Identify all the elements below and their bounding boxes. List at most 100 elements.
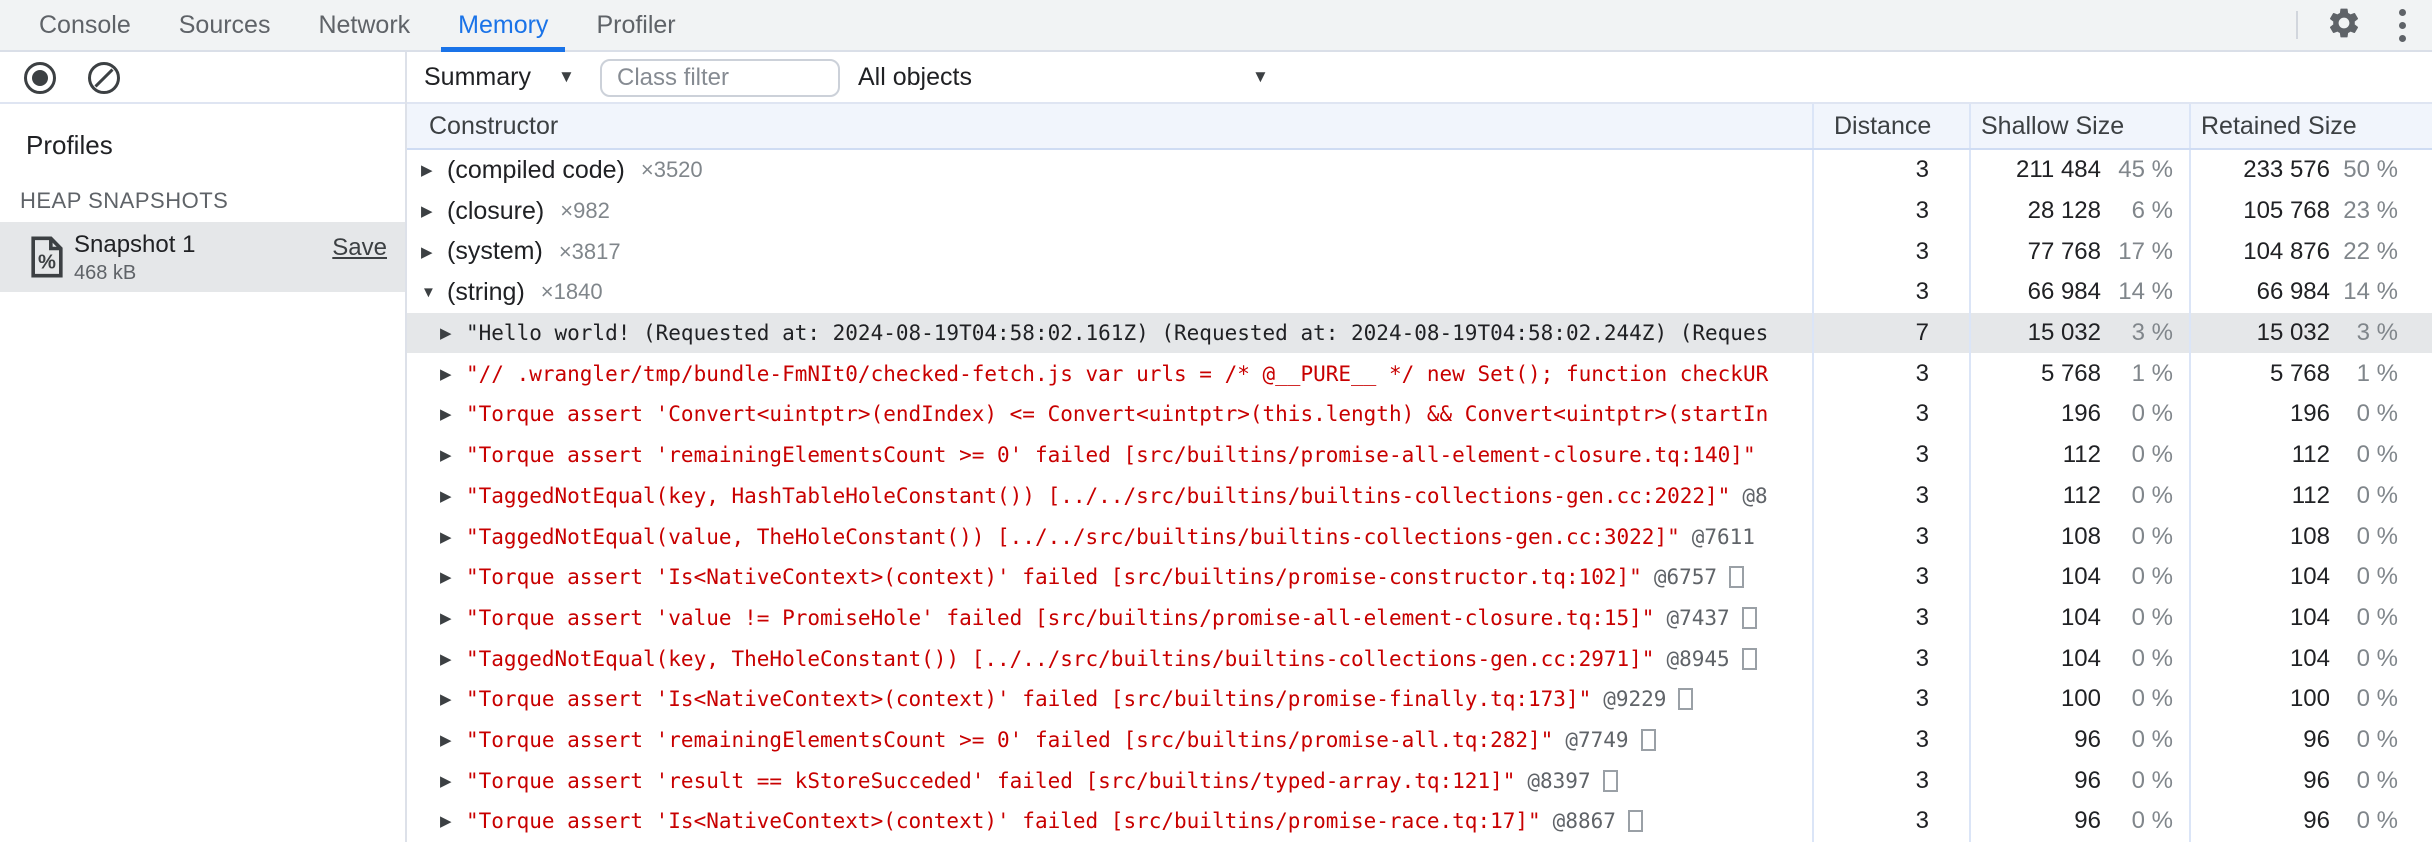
table-row[interactable]: ▶ "Hello world! (Requested at: 2024-08-1… bbox=[407, 312, 2432, 354]
table-row[interactable]: ▶ "TaggedNotEqual(key, TheHoleConstant()… bbox=[407, 638, 2432, 679]
disclosure-triangle-icon[interactable]: ▶ bbox=[421, 202, 447, 220]
sidebar-item-snapshot-1[interactable]: % Snapshot 1 468 kB Save bbox=[0, 222, 405, 292]
retained-size-cell: 96 0 % bbox=[2189, 760, 2432, 801]
shallow-size-percent: 0 % bbox=[2131, 603, 2173, 631]
constructor-cell[interactable]: ▶ "Torque assert 'Is<NativeContext>(cont… bbox=[407, 801, 1812, 842]
kebab-icon bbox=[2398, 8, 2406, 16]
disclosure-triangle-icon[interactable]: ▶ bbox=[440, 690, 466, 708]
constructor-cell[interactable]: ▶ (compiled code) ×3520 bbox=[407, 150, 1812, 191]
disclosure-triangle-icon[interactable]: ▼ bbox=[421, 284, 447, 301]
distance-value: 3 bbox=[1915, 644, 1929, 672]
table-row[interactable]: ▶ (system) ×3817 3 77 768 17 % 104 876 2… bbox=[407, 231, 2432, 273]
table-row[interactable]: ▶ "Torque assert 'Is<NativeContext>(cont… bbox=[407, 678, 2432, 720]
constructor-cell[interactable]: ▶ (system) ×3817 bbox=[407, 231, 1812, 272]
constructor-cell[interactable]: ▶ "Torque assert 'Is<NativeContext>(cont… bbox=[407, 679, 1812, 720]
constructor-cell[interactable]: ▶ "Torque assert 'remainingElementsCount… bbox=[407, 435, 1812, 476]
disclosure-triangle-icon[interactable]: ▶ bbox=[440, 324, 466, 342]
column-header-distance[interactable]: Distance bbox=[1812, 104, 1969, 148]
constructor-cell[interactable]: ▶ "// .wrangler/tmp/bundle-FmNIt0/checke… bbox=[407, 353, 1812, 394]
chevron-down-icon[interactable]: ▼ bbox=[1252, 52, 1269, 102]
tab-console[interactable]: Console bbox=[22, 0, 148, 50]
instance-count: ×3520 bbox=[640, 157, 703, 183]
shallow-size-percent: 14 % bbox=[2118, 278, 2173, 306]
table-row[interactable]: ▶ "Torque assert 'result == kStoreSucced… bbox=[407, 760, 2432, 801]
constructor-cell[interactable]: ▶ "TaggedNotEqual(key, HashTableHoleCons… bbox=[407, 476, 1812, 517]
string-value: "Hello world! (Requested at: 2024-08-19T… bbox=[466, 321, 1769, 346]
constructor-cell[interactable]: ▶ "Torque assert 'remainingElementsCount… bbox=[407, 720, 1812, 761]
table-row[interactable]: ▶ (compiled code) ×3520 3 211 484 45 % 2… bbox=[407, 150, 2432, 191]
missing-glyph-box-icon bbox=[1602, 769, 1618, 792]
retained-size-value: 196 bbox=[2289, 400, 2330, 428]
string-value: "Torque assert 'remainingElementsCount >… bbox=[466, 443, 1756, 468]
tab-memory[interactable]: Memory bbox=[441, 0, 566, 52]
shallow-size-percent: 0 % bbox=[2131, 685, 2173, 713]
shallow-size-percent: 0 % bbox=[2131, 563, 2173, 591]
disclosure-triangle-icon[interactable]: ▶ bbox=[440, 405, 466, 423]
disclosure-triangle-icon[interactable]: ▶ bbox=[421, 161, 447, 179]
disclosure-triangle-icon[interactable]: ▶ bbox=[440, 446, 466, 464]
class-filter-input[interactable] bbox=[600, 59, 840, 97]
tab-sources[interactable]: Sources bbox=[162, 0, 288, 50]
table-row[interactable]: ▶ "TaggedNotEqual(value, TheHoleConstant… bbox=[407, 516, 2432, 557]
tab-profiler[interactable]: Profiler bbox=[579, 0, 692, 50]
tab-network[interactable]: Network bbox=[301, 0, 427, 50]
heap-snapshot-icon: % bbox=[30, 235, 64, 279]
retained-size-value: 105 768 bbox=[2243, 197, 2330, 225]
column-header-constructor[interactable]: Constructor bbox=[407, 104, 1812, 148]
constructor-cell[interactable]: ▶ "Hello world! (Requested at: 2024-08-1… bbox=[407, 313, 1812, 354]
clear-profiles-button[interactable] bbox=[88, 62, 120, 94]
disclosure-triangle-icon[interactable]: ▶ bbox=[440, 609, 466, 627]
table-row[interactable]: ▶ (closure) ×982 3 28 128 6 % 105 768 23… bbox=[407, 190, 2432, 232]
table-row[interactable]: ▼ (string) ×1840 3 66 984 14 % 66 984 14… bbox=[407, 272, 2432, 313]
disclosure-triangle-icon[interactable]: ▶ bbox=[440, 772, 466, 790]
save-snapshot-link[interactable]: Save bbox=[332, 234, 387, 262]
svg-text:%: % bbox=[38, 252, 56, 274]
disclosure-triangle-icon[interactable]: ▶ bbox=[440, 650, 466, 668]
retained-size-cell: 104 0 % bbox=[2189, 556, 2432, 598]
table-row[interactable]: ▶ "Torque assert 'Is<NativeContext>(cont… bbox=[407, 801, 2432, 842]
column-header-retained-size[interactable]: Retained Size bbox=[2189, 104, 2432, 148]
table-row[interactable]: ▶ "Torque assert 'Is<NativeContext>(cont… bbox=[407, 556, 2432, 598]
perspective-select[interactable]: Summary bbox=[424, 52, 531, 102]
constructor-cell[interactable]: ▶ (closure) ×982 bbox=[407, 191, 1812, 232]
retained-size-percent: 1 % bbox=[2356, 359, 2398, 387]
retained-size-value: 5 768 bbox=[2269, 359, 2330, 387]
object-filter-select[interactable]: All objects bbox=[858, 52, 972, 102]
disclosure-triangle-icon[interactable]: ▶ bbox=[440, 568, 466, 586]
retained-size-value: 112 bbox=[2291, 441, 2330, 469]
constructor-cell[interactable]: ▼ (string) ×1840 bbox=[407, 272, 1812, 313]
more-options-button[interactable] bbox=[2390, 5, 2414, 45]
record-heap-button[interactable] bbox=[24, 62, 56, 94]
disclosure-triangle-icon[interactable]: ▶ bbox=[440, 528, 466, 546]
distance-cell: 3 bbox=[1812, 434, 1969, 476]
table-row[interactable]: ▶ "// .wrangler/tmp/bundle-FmNIt0/checke… bbox=[407, 353, 2432, 395]
table-row[interactable]: ▶ "Torque assert 'Convert<uintptr>(endIn… bbox=[407, 394, 2432, 435]
settings-button[interactable] bbox=[2324, 5, 2364, 45]
disclosure-triangle-icon[interactable]: ▶ bbox=[440, 487, 466, 505]
devtools-memory-panel: Console Sources Network Memory Profiler … bbox=[0, 0, 2432, 842]
constructor-cell[interactable]: ▶ "TaggedNotEqual(key, TheHoleConstant()… bbox=[407, 638, 1812, 679]
shallow-size-value: 104 bbox=[2060, 603, 2101, 631]
table-row[interactable]: ▶ "Torque assert 'value != PromiseHole' … bbox=[407, 597, 2432, 639]
column-header-shallow-size[interactable]: Shallow Size bbox=[1969, 104, 2189, 148]
constructor-cell[interactable]: ▶ "Torque assert 'Is<NativeContext>(cont… bbox=[407, 557, 1812, 598]
disclosure-triangle-icon[interactable]: ▶ bbox=[440, 365, 466, 383]
chevron-down-icon[interactable]: ▼ bbox=[558, 52, 575, 102]
shallow-size-value: 108 bbox=[2060, 522, 2101, 550]
shallow-size-value: 112 bbox=[2062, 441, 2101, 469]
retained-size-value: 96 bbox=[2303, 807, 2330, 835]
retained-size-cell: 233 576 50 % bbox=[2189, 150, 2432, 191]
disclosure-triangle-icon[interactable]: ▶ bbox=[421, 243, 447, 261]
constructor-cell[interactable]: ▶ "Torque assert 'result == kStoreSucced… bbox=[407, 760, 1812, 801]
missing-glyph-box-icon bbox=[1741, 606, 1757, 629]
distance-value: 7 bbox=[1915, 319, 1929, 347]
table-row[interactable]: ▶ "Torque assert 'remainingElementsCount… bbox=[407, 719, 2432, 761]
table-row[interactable]: ▶ "Torque assert 'remainingElementsCount… bbox=[407, 434, 2432, 476]
table-row[interactable]: ▶ "TaggedNotEqual(key, HashTableHoleCons… bbox=[407, 475, 2432, 517]
constructor-cell[interactable]: ▶ "Torque assert 'value != PromiseHole' … bbox=[407, 598, 1812, 639]
constructor-cell[interactable]: ▶ "TaggedNotEqual(value, TheHoleConstant… bbox=[407, 516, 1812, 557]
object-id: @8397 bbox=[1527, 768, 1591, 793]
disclosure-triangle-icon[interactable]: ▶ bbox=[440, 812, 466, 830]
disclosure-triangle-icon[interactable]: ▶ bbox=[440, 731, 466, 749]
constructor-cell[interactable]: ▶ "Torque assert 'Convert<uintptr>(endIn… bbox=[407, 394, 1812, 435]
